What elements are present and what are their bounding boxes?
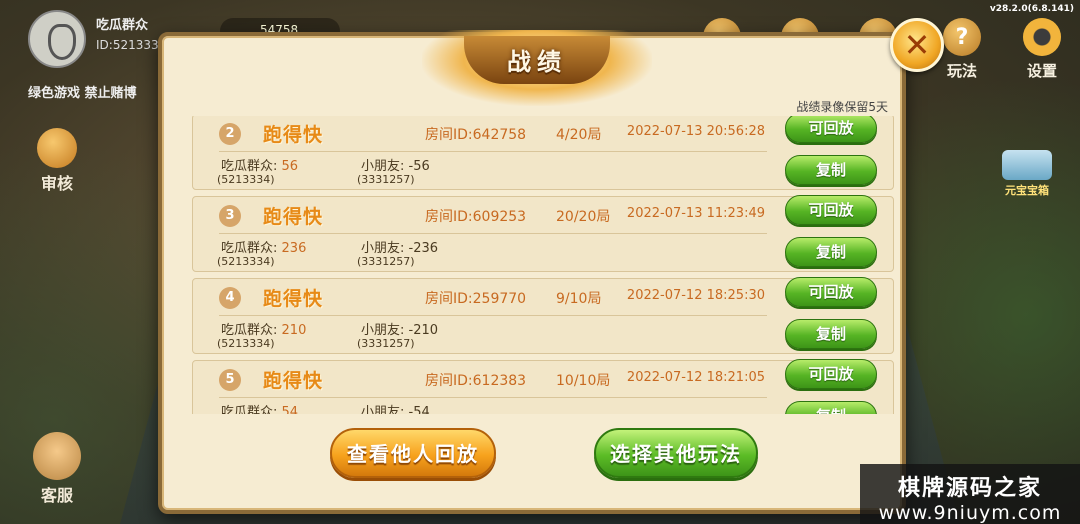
help-icon: ? xyxy=(943,18,981,56)
game-name: 跑得快 xyxy=(263,370,324,392)
player1-score: 236 xyxy=(281,241,307,256)
player1-name: 吃瓜群众: xyxy=(221,159,278,174)
player2-id: (3331257) xyxy=(357,337,415,350)
timestamp: 2022-07-12 18:25:30 xyxy=(626,288,765,303)
room-id: 房间ID:609253 xyxy=(425,209,527,225)
player2-name: 小朋友: xyxy=(361,159,405,174)
copy-button[interactable]: 复制 xyxy=(785,237,877,267)
close-icon: ✕ xyxy=(903,26,931,64)
copy-button[interactable]: 复制 xyxy=(785,155,877,185)
view-others-replay-button[interactable]: 查看他人回放 xyxy=(330,428,496,478)
record-row: 2 跑得快 房间ID:642758 4/20局 2022-07-13 20:56… xyxy=(192,116,894,190)
avatar[interactable] xyxy=(28,10,86,68)
rules-label: 玩法 xyxy=(946,62,977,80)
treasure-box-button[interactable]: 元宝宝箱 xyxy=(994,150,1060,198)
timestamp: 2022-07-13 20:56:28 xyxy=(626,124,765,139)
audit-label: 审核 xyxy=(40,174,73,193)
copy-button[interactable]: 复制 xyxy=(785,401,877,414)
player1-id: (5213334) xyxy=(217,173,275,186)
customer-service-button[interactable]: 客服 xyxy=(30,432,84,506)
rounds: 9/10局 xyxy=(556,291,602,307)
player1-id: (5213334) xyxy=(217,255,275,268)
user-name: 吃瓜群众 xyxy=(96,18,149,33)
player2-name: 小朋友: xyxy=(361,241,405,256)
player2-score: -56 xyxy=(408,159,430,174)
gear-icon xyxy=(1023,18,1061,56)
player1-id: (5213334) xyxy=(217,337,275,350)
audit-button[interactable]: 审核 xyxy=(30,128,84,194)
customer-service-icon xyxy=(33,432,81,480)
settings-label: 设置 xyxy=(1026,62,1057,80)
rounds: 20/20局 xyxy=(556,209,611,225)
record-number: 2 xyxy=(219,123,241,145)
game-name: 跑得快 xyxy=(263,206,324,228)
watermark: 棋牌源码之家 www.9niuym.com xyxy=(860,464,1080,524)
record-row: 3 跑得快 房间ID:609253 20/20局 2022-07-13 11:2… xyxy=(192,195,894,272)
player1-name: 吃瓜群众: xyxy=(221,405,278,414)
treasure-chest-icon xyxy=(1002,150,1052,180)
player1-result: 吃瓜群众: 56 xyxy=(221,155,298,174)
timestamp: 2022-07-12 18:21:05 xyxy=(626,370,765,385)
room-id: 房间ID:642758 xyxy=(425,127,527,143)
treasure-label: 元宝宝箱 xyxy=(1005,184,1049,197)
player1-name: 吃瓜群众: xyxy=(221,241,278,256)
retention-note: 战绩录像保留5天 xyxy=(796,100,888,114)
player1-result: 吃瓜群众: 54 xyxy=(221,401,298,414)
player2-score: -54 xyxy=(408,405,430,414)
player2-name: 小朋友: xyxy=(361,405,405,414)
player1-score: 210 xyxy=(281,323,307,338)
room-id: 房间ID:259770 xyxy=(425,291,527,307)
player1-result: 吃瓜群众: 210 xyxy=(221,319,306,338)
record-number: 4 xyxy=(219,287,241,309)
rounds: 10/10局 xyxy=(556,373,611,389)
player2-result: 小朋友: -56 xyxy=(361,155,430,174)
replay-button[interactable]: 可回放 xyxy=(785,195,877,225)
player2-result: 小朋友: -210 xyxy=(361,319,438,338)
player1-score: 56 xyxy=(281,159,299,174)
game-name: 跑得快 xyxy=(263,124,324,146)
record-row: 4 跑得快 房间ID:259770 9/10局 2022-07-12 18:25… xyxy=(192,277,894,354)
player2-result: 小朋友: -54 xyxy=(361,401,430,414)
player1-name: 吃瓜群众: xyxy=(221,323,278,338)
record-number: 3 xyxy=(219,205,241,227)
audit-icon xyxy=(37,128,77,168)
player2-name: 小朋友: xyxy=(361,323,405,338)
version-label: v28.2.0(6.8.141) xyxy=(989,4,1074,14)
room-id: 房间ID:612383 xyxy=(425,373,527,389)
player2-score: -236 xyxy=(408,241,439,256)
game-name: 跑得快 xyxy=(263,288,324,310)
timestamp: 2022-07-13 11:23:49 xyxy=(626,206,765,221)
player1-result: 吃瓜群众: 236 xyxy=(221,237,306,256)
player2-result: 小朋友: -236 xyxy=(361,237,438,256)
slogan: 绿色游戏 禁止赌博 xyxy=(28,86,137,101)
customer-service-label: 客服 xyxy=(40,486,73,505)
player2-score: -210 xyxy=(408,323,439,338)
user-id: ID:5213334 xyxy=(96,38,167,52)
replay-button[interactable]: 可回放 xyxy=(785,359,877,389)
replay-button[interactable]: 可回放 xyxy=(785,116,877,143)
settings-button[interactable]: 设置 xyxy=(1020,18,1064,81)
rounds: 4/20局 xyxy=(556,127,602,143)
copy-button[interactable]: 复制 xyxy=(785,319,877,349)
dialog-title: 战绩 xyxy=(507,48,567,76)
player1-score: 54 xyxy=(281,405,299,414)
watermark-url: www.9niuym.com xyxy=(878,502,1062,524)
player2-id: (3331257) xyxy=(357,255,415,268)
replay-button[interactable]: 可回放 xyxy=(785,277,877,307)
player2-id: (3331257) xyxy=(357,173,415,186)
close-button[interactable]: ✕ xyxy=(890,18,944,72)
choose-other-game-button[interactable]: 选择其他玩法 xyxy=(594,428,758,478)
record-row: 5 跑得快 房间ID:612383 10/10局 2022-07-12 18:2… xyxy=(192,359,894,414)
watermark-title: 棋牌源码之家 xyxy=(897,476,1042,501)
record-number: 5 xyxy=(219,369,241,391)
record-list[interactable]: 2 跑得快 房间ID:642758 4/20局 2022-07-13 20:56… xyxy=(192,116,894,414)
record-dialog: 战绩 ✕ 战绩录像保留5天 2 跑得快 房间ID:642758 4/20局 20… xyxy=(158,18,944,514)
rules-button[interactable]: ? 玩法 xyxy=(940,18,984,81)
